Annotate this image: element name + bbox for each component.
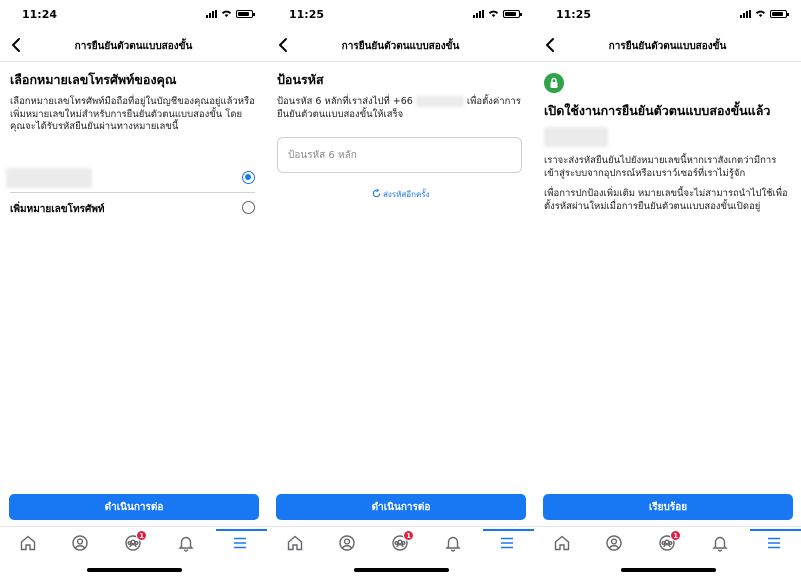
page-header: การยืนยันตัวตนแบบสองขั้น: [0, 30, 267, 62]
divider: [10, 192, 255, 193]
signal-icon: [473, 9, 484, 18]
wifi-icon: [488, 10, 499, 18]
description-prefix: ป้อนรหัส 6 หลักที่เราส่งไปที่ +66: [277, 96, 413, 107]
status-icons: [740, 9, 789, 18]
home-indicator: [87, 568, 182, 572]
bottom-tab-bar: 1: [0, 526, 267, 558]
bottom-tab-bar: 1: [267, 526, 534, 558]
home-indicator: [354, 568, 449, 572]
lock-icon: [550, 77, 558, 88]
profile-icon: [339, 535, 355, 551]
tab-home[interactable]: [283, 531, 307, 555]
radio-unselected[interactable]: [242, 201, 255, 214]
tab-menu[interactable]: [216, 529, 267, 555]
battery-icon: [503, 9, 522, 18]
home-indicator: [621, 568, 716, 572]
battery-icon: [236, 9, 255, 18]
active-tab-indicator: [483, 529, 534, 531]
bell-icon: [445, 536, 461, 552]
signal-icon: [206, 9, 217, 18]
tab-profile[interactable]: [68, 531, 92, 555]
success-lock-badge: [544, 73, 564, 93]
redacted-phone-number: [544, 127, 608, 147]
page-header: การยืนยันตัวตนแบบสองขั้น: [267, 30, 534, 62]
done-button[interactable]: เรียบร้อย: [543, 494, 793, 520]
info-paragraph-1: เราจะส่งรหัสยืนยันไปยังหมายเลขนี้หากเราส…: [544, 155, 777, 179]
resend-code-link[interactable]: ส่งรหัสอีกครั้ง: [267, 188, 534, 201]
wifi-icon: [755, 10, 766, 18]
tab-notifications[interactable]: [441, 531, 465, 555]
bottom-tab-bar: 1: [534, 526, 801, 558]
continue-button[interactable]: ดำเนินการต่อ: [276, 494, 526, 520]
tab-profile[interactable]: [602, 531, 626, 555]
signal-icon: [740, 9, 751, 18]
tab-notifications[interactable]: [174, 531, 198, 555]
tab-menu[interactable]: [750, 529, 801, 555]
page-title: การยืนยันตัวตนแบบสองขั้น: [74, 41, 193, 52]
bell-icon: [712, 536, 728, 552]
section-description: ป้อนรหัส 6 หลักที่เราส่งไปที่ +66 เพื่อต…: [277, 96, 522, 121]
home-icon: [20, 535, 36, 551]
section-heading: ป้อนรหัส: [277, 72, 324, 87]
screen-choose-phone: 11:24 การยืนยันตัวตนแบบสองขั้น เลือกหมาย…: [0, 0, 267, 578]
page-title: การยืนยันตัวตนแบบสองขั้น: [341, 41, 460, 52]
tab-home[interactable]: [550, 531, 574, 555]
status-time: 11:25: [556, 8, 592, 21]
tab-profile[interactable]: [335, 531, 359, 555]
menu-icon: [234, 537, 246, 549]
status-bar: 11:24: [0, 0, 267, 30]
profile-icon: [72, 535, 88, 551]
status-bar: 11:25: [534, 0, 801, 30]
menu-icon: [501, 537, 513, 549]
profile-icon: [606, 535, 622, 551]
main-content: ป้อนรหัส ป้อนรหัส 6 หลักที่เราส่งไปที่ +…: [277, 70, 522, 121]
radio-selected[interactable]: [242, 171, 255, 184]
redacted-phone-number: [415, 96, 464, 107]
phone-option-existing[interactable]: [0, 164, 255, 192]
section-heading: เลือกหมายเลขโทรศัพท์ของคุณ: [10, 72, 177, 87]
bell-icon: [178, 536, 194, 552]
tab-groups[interactable]: 1: [388, 530, 414, 555]
menu-icon: [768, 537, 780, 549]
tab-groups[interactable]: 1: [655, 530, 681, 555]
battery-icon: [770, 9, 789, 18]
status-bar: 11:25: [267, 0, 534, 30]
screen-2fa-enabled: 11:25 การยืนยันตัวตนแบบสองขั้น เปิดใช้งา…: [534, 0, 801, 578]
status-time: 11:24: [22, 8, 58, 21]
status-time: 11:25: [289, 8, 325, 21]
code-input[interactable]: [277, 137, 522, 173]
section-description: เลือกหมายเลขโทรศัพท์มือถือที่อยู่ในบัญชี…: [10, 96, 255, 132]
refresh-icon: [372, 188, 380, 198]
notification-badge: 1: [136, 530, 147, 541]
tab-groups[interactable]: 1: [121, 530, 147, 555]
tab-menu[interactable]: [483, 529, 534, 555]
home-icon: [554, 535, 570, 551]
section-heading: เปิดใช้งานการยืนยันตัวตนแบบสองขั้นแล้ว: [544, 103, 771, 118]
add-phone-label: เพิ่มหมายเลขโทรศัพท์: [10, 204, 105, 215]
active-tab-indicator: [216, 529, 267, 531]
screen-enter-code: 11:25 การยืนยันตัวตนแบบสองขั้น ป้อนรหัส …: [267, 0, 534, 578]
page-header: การยืนยันตัวตนแบบสองขั้น: [534, 30, 801, 62]
continue-button[interactable]: ดำเนินการต่อ: [9, 494, 259, 520]
wifi-icon: [221, 10, 232, 18]
status-icons: [206, 9, 255, 18]
main-content: เลือกหมายเลขโทรศัพท์ของคุณ เลือกหมายเลขโ…: [10, 70, 255, 134]
phone-option-add[interactable]: เพิ่มหมายเลขโทรศัพท์: [0, 194, 255, 222]
home-icon: [287, 535, 303, 551]
page-title: การยืนยันตัวตนแบบสองขั้น: [608, 41, 727, 52]
redacted-phone-number: [6, 168, 92, 188]
notification-badge: 1: [403, 530, 414, 541]
main-content: เปิดใช้งานการยืนยันตัวตนแบบสองขั้นแล้ว เ…: [544, 101, 789, 213]
info-paragraph-2: เพื่อการปกป้องเพิ่มเติม หมายเลขนี้จะไม่ส…: [544, 188, 788, 212]
resend-code-label: ส่งรหัสอีกครั้ง: [383, 190, 430, 199]
notification-badge: 1: [670, 530, 681, 541]
active-tab-indicator: [750, 529, 801, 531]
tab-home[interactable]: [16, 531, 40, 555]
status-icons: [473, 9, 522, 18]
tab-notifications[interactable]: [708, 531, 732, 555]
